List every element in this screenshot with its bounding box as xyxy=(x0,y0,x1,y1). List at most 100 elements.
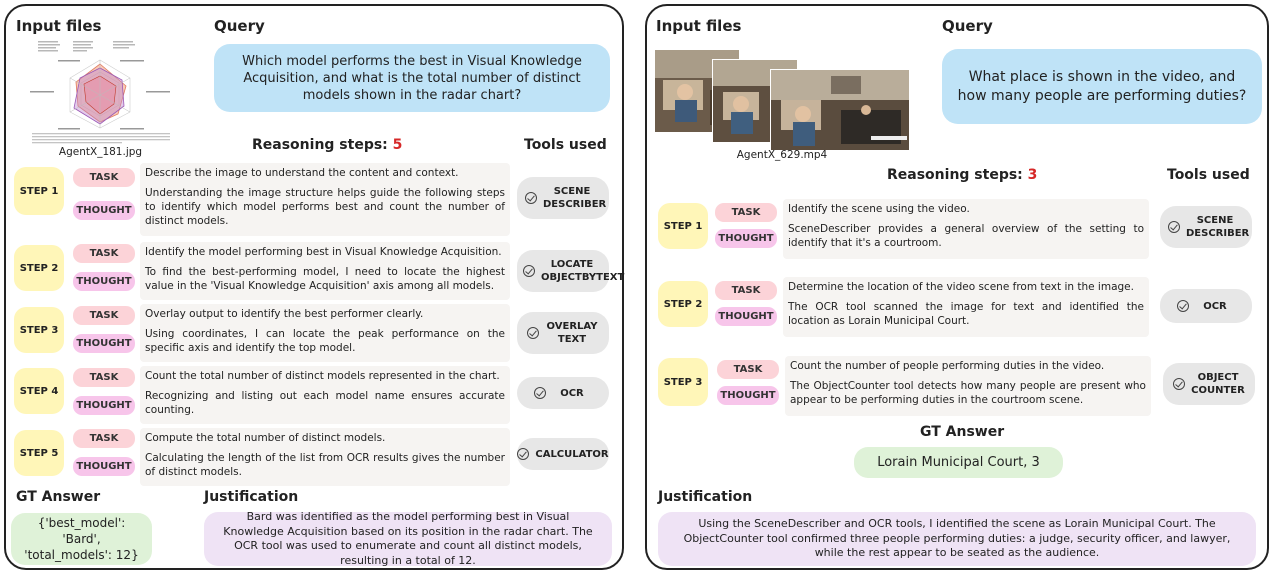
left-example-panel: Input files Query AgentX_181.jpg Which m… xyxy=(4,4,624,570)
step-text-block: Count the total number of distinct model… xyxy=(140,366,510,424)
tool-overlay-text: OVERLAY TEXT xyxy=(517,312,609,354)
query-header: Query xyxy=(214,17,265,35)
step-thought-text: Calculating the length of the list from … xyxy=(145,452,505,478)
step-thought-text: Recognizing and listing out each model n… xyxy=(145,390,505,416)
step-text-block: Compute the total number of distinct mod… xyxy=(140,428,510,486)
thought-pill: THOUGHT xyxy=(73,272,135,291)
step-thought-text: Using coordinates, I can locate the peak… xyxy=(145,328,505,354)
justification-header: Justification xyxy=(204,489,299,505)
step-task-text: Compute the total number of distinct mod… xyxy=(145,432,386,444)
radar-chart-thumbnail xyxy=(28,38,173,146)
input-file-caption: AgentX_629.mp4 xyxy=(736,149,828,161)
tool-label: SCENE DESCRIBER xyxy=(543,186,607,210)
step-text-block: Describe the image to understand the con… xyxy=(140,163,510,236)
step-badge: STEP 3 xyxy=(14,307,64,353)
task-pill: TASK xyxy=(73,168,135,187)
check-circle-icon xyxy=(534,387,546,399)
step-thought-text: To find the best-performing model, I nee… xyxy=(145,266,505,292)
step-text-block: Overlay output to identify the best perf… xyxy=(140,304,510,362)
thought-pill: THOUGHT xyxy=(715,307,777,326)
input-files-header: Input files xyxy=(16,17,102,35)
step-task-text: Count the total number of distinct model… xyxy=(145,370,500,382)
step-thought-text: The OCR tool scanned the image for text … xyxy=(788,301,1144,327)
step-task-text: Overlay output to identify the best perf… xyxy=(145,308,424,320)
check-circle-icon xyxy=(1173,378,1185,390)
step-thought-text: SceneDescriber provides a general overvi… xyxy=(788,223,1144,249)
task-pill: TASK xyxy=(715,281,777,300)
tool-scene-describer: SCENE DESCRIBER xyxy=(1160,206,1252,248)
thought-pill: THOUGHT xyxy=(715,229,777,248)
check-circle-icon xyxy=(1177,300,1189,312)
tool-label: OCR xyxy=(560,387,584,399)
input-file-caption: AgentX_181.jpg xyxy=(58,146,143,158)
input-files-header: Input files xyxy=(656,17,742,35)
thought-pill: THOUGHT xyxy=(717,386,779,405)
step-badge: STEP 1 xyxy=(658,203,708,249)
tools-used-header: Tools used xyxy=(524,137,607,153)
justification-box: Bard was identified as the model perform… xyxy=(204,510,612,567)
check-circle-icon xyxy=(517,448,530,460)
step-task-text: Determine the location of the video scen… xyxy=(788,281,1134,293)
thought-pill: THOUGHT xyxy=(73,334,135,353)
reasoning-steps-title: Reasoning steps: 3 xyxy=(887,167,1037,183)
justification-header: Justification xyxy=(658,489,753,505)
reasoning-steps-label: Reasoning steps: xyxy=(887,167,1023,183)
step-task-text: Identify the model performing best in Vi… xyxy=(145,246,502,258)
tool-locate-objectbytext: LOCATE OBJECTBYTEXT xyxy=(517,250,625,292)
tool-ocr: OCR xyxy=(517,377,609,409)
step-badge: STEP 1 xyxy=(14,167,64,215)
tool-scene-describer: SCENE DESCRIBER xyxy=(517,177,609,219)
justification-box: Using the SceneDescriber and OCR tools, … xyxy=(658,512,1256,566)
check-circle-icon xyxy=(523,265,535,277)
query-box: Which model performs the best in Visual … xyxy=(214,44,610,112)
step-text-block: Identify the scene using the video. Scen… xyxy=(783,199,1149,259)
gt-answer-box: Lorain Municipal Court, 3 xyxy=(854,447,1063,478)
tool-label: LOCATE OBJECTBYTEXT xyxy=(541,259,625,283)
check-circle-icon xyxy=(527,327,539,339)
task-pill: TASK xyxy=(717,360,779,379)
step-badge: STEP 2 xyxy=(14,245,64,291)
step-badge: STEP 4 xyxy=(14,368,64,414)
reasoning-steps-label: Reasoning steps: xyxy=(252,137,388,153)
step-thought-text: Understanding the image structure helps … xyxy=(145,187,505,227)
step-badge: STEP 5 xyxy=(14,430,64,476)
thought-pill: THOUGHT xyxy=(73,396,135,415)
check-circle-icon xyxy=(525,192,537,204)
query-box: What place is shown in the video, and ho… xyxy=(942,49,1262,124)
tool-label: OVERLAY TEXT xyxy=(546,321,598,345)
gt-answer-header: GT Answer xyxy=(16,489,101,505)
thought-pill: THOUGHT xyxy=(73,457,135,476)
query-header: Query xyxy=(942,17,993,35)
gt-answer-box: {'best_model': 'Bard', 'total_models': 1… xyxy=(11,513,152,565)
tool-ocr: OCR xyxy=(1160,289,1252,323)
task-pill: TASK xyxy=(73,306,135,325)
step-text-block: Count the number of people performing du… xyxy=(785,356,1151,416)
tool-label: CALCULATOR xyxy=(535,448,609,460)
step-text-block: Determine the location of the video scen… xyxy=(783,277,1149,337)
tool-label: SCENE DESCRIBER xyxy=(1186,215,1250,239)
reasoning-steps-count: 5 xyxy=(392,137,403,153)
reasoning-steps-count: 3 xyxy=(1027,167,1038,183)
task-pill: TASK xyxy=(73,368,135,387)
step-task-text: Count the number of people performing du… xyxy=(790,360,1105,372)
step-thought-text: The ObjectCounter tool detects how many … xyxy=(790,380,1146,406)
check-circle-icon xyxy=(1168,221,1180,233)
step-task-text: Identify the scene using the video. xyxy=(788,203,970,215)
step-task-text: Describe the image to understand the con… xyxy=(145,167,459,179)
task-pill: TASK xyxy=(73,429,135,448)
tool-calculator: CALCULATOR xyxy=(517,438,609,470)
video-frame xyxy=(770,69,910,151)
thought-pill: THOUGHT xyxy=(73,201,135,220)
step-text-block: Identify the model performing best in Vi… xyxy=(140,242,510,300)
task-pill: TASK xyxy=(715,203,777,222)
tool-label: OCR xyxy=(1203,300,1227,312)
step-badge: STEP 3 xyxy=(658,358,708,406)
tool-object-counter: OBJECT COUNTER xyxy=(1163,363,1255,405)
task-pill: TASK xyxy=(73,244,135,263)
gt-answer-header: GT Answer xyxy=(920,424,1005,440)
right-example-panel: Input files Query AgentX_629.mp4 What pl… xyxy=(645,4,1269,570)
step-badge: STEP 2 xyxy=(658,281,708,327)
tool-label: OBJECT COUNTER xyxy=(1191,372,1245,396)
tools-used-header: Tools used xyxy=(1167,167,1250,183)
reasoning-steps-title: Reasoning steps: 5 xyxy=(252,137,402,153)
